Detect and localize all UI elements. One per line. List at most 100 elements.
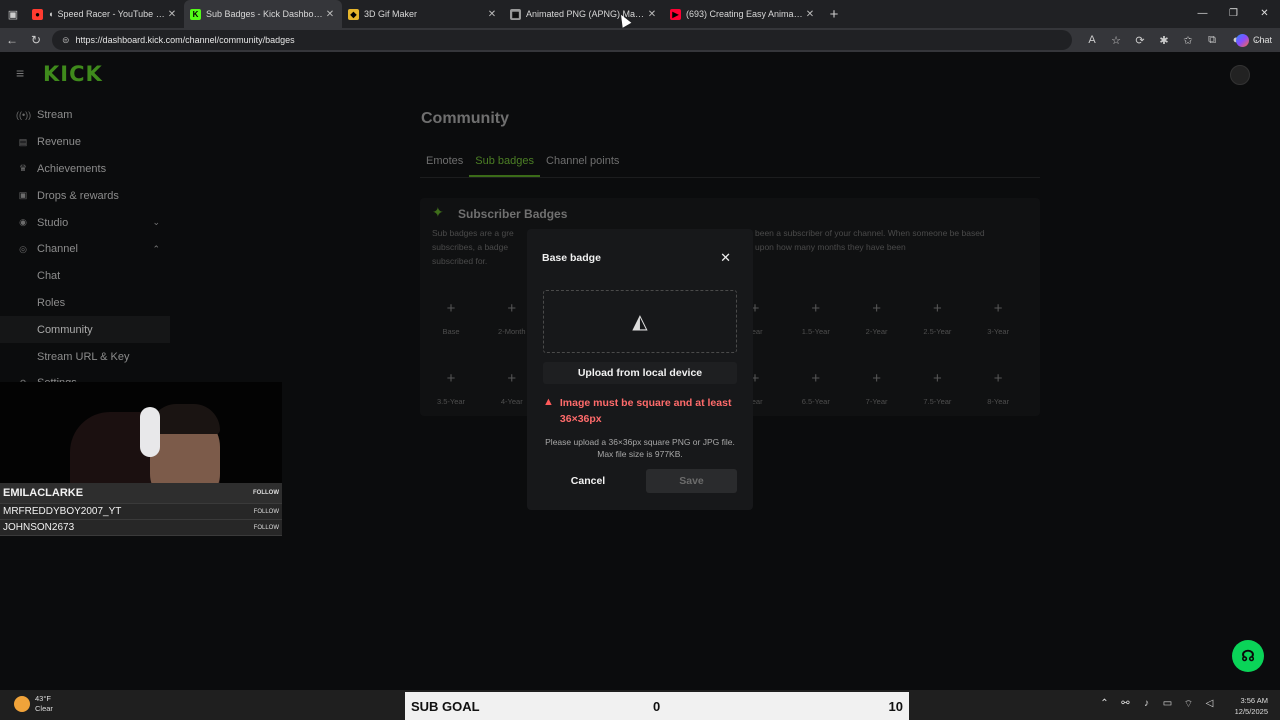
sidebar-item-roles[interactable]: Roles (0, 290, 170, 317)
plus-icon: + (446, 370, 456, 387)
badge-slot[interactable]: +3.5-Year (425, 370, 477, 406)
badge-slot[interactable]: +3-Year (972, 300, 1024, 336)
screen: ▣ ● ◖ Speed Racer - YouTube Music ✕ K Su… (0, 0, 1280, 720)
close-tab-icon[interactable]: ✕ (646, 9, 658, 20)
sidebar-item-stream[interactable]: ((•)) Stream (0, 102, 170, 129)
tab-label: 3D Gif Maker (364, 9, 418, 19)
refresh-extension-icon[interactable]: ⟳ (1128, 34, 1152, 47)
new-tab-icon[interactable]: + (822, 6, 846, 23)
tab-emotes[interactable]: Emotes (420, 152, 469, 177)
card-description: Sub badges are a gre subscribes, a badge… (432, 228, 514, 266)
collections-icon[interactable]: ⧉ (1200, 34, 1224, 47)
error-text: Image must be square and at least 36×36p… (559, 397, 732, 425)
chevron-down-icon: ⌄ (152, 217, 160, 228)
display-icon[interactable]: ▭ (1157, 698, 1178, 711)
support-chat-icon[interactable]: ☊ (1232, 640, 1264, 672)
tab-sub-badges[interactable]: Sub badges (469, 152, 541, 177)
kick-logo[interactable]: KICK (43, 62, 103, 86)
tab-0[interactable]: ● ◖ Speed Racer - YouTube Music ✕ (26, 0, 184, 28)
youtube-icon: ▶ (670, 8, 681, 20)
wifi-icon[interactable]: ⌔ (1178, 698, 1199, 711)
close-tab-icon[interactable]: ✕ (324, 9, 336, 20)
follower-row: JOHNSON2673 FOLLOW (0, 520, 282, 536)
badge-slot[interactable]: +7-Year (851, 370, 903, 406)
tab-3[interactable]: ▦ Animated PNG (APNG) Maker ✕ (504, 0, 664, 28)
close-icon[interactable]: ✕ (720, 250, 731, 266)
follow-tag: FOLLOW (253, 490, 279, 496)
sidebar-item-chat[interactable]: Chat (0, 263, 170, 290)
copilot-icon (1235, 33, 1249, 47)
close-tab-icon[interactable]: ✕ (804, 9, 816, 20)
favorites-icon[interactable]: ✩ (1176, 34, 1200, 47)
chevron-up-icon[interactable]: ⌃ (1094, 698, 1115, 711)
plus-icon: + (933, 370, 942, 387)
sidebar-item-community[interactable]: Community (0, 316, 170, 344)
weather-icon (14, 696, 30, 712)
tab-2[interactable]: ◆ 3D Gif Maker ✕ (342, 0, 504, 28)
badge-slot[interactable]: +7.5-Year (911, 370, 963, 406)
weather-widget[interactable]: 43°F Clear (14, 694, 53, 714)
studio-icon: ◉ (19, 217, 27, 228)
close-tab-icon[interactable]: ✕ (166, 9, 178, 20)
follower-name: JOHNSON2673 (3, 522, 75, 533)
image-dropzone[interactable]: ◭ (543, 290, 737, 353)
condition: Clear (35, 704, 53, 713)
upload-image-icon: ◭ (632, 311, 648, 333)
sidebar-item-studio[interactable]: ◉ Studio ⌄ (0, 209, 170, 236)
dialog-title: Base badge (542, 252, 601, 264)
volume-icon[interactable]: ◁ (1199, 698, 1220, 711)
badge-slot[interactable]: +8-Year (972, 370, 1024, 406)
plus-icon: + (872, 300, 881, 317)
clock[interactable]: 3:56 AM 12/5/2025 (1235, 695, 1268, 717)
menu-icon[interactable]: ≡ (16, 65, 24, 81)
weather-text: 43°F Clear (35, 694, 53, 714)
sidebar-item-label: Achievements (37, 162, 107, 175)
badge-slot-label: 6.5-Year (801, 397, 830, 406)
tab-4[interactable]: ▶ (693) Creating Easy Animated Sub ✕ (664, 0, 822, 28)
tab-1[interactable]: K Sub Badges - Kick Dashboard ✕ (184, 0, 342, 28)
close-tab-icon[interactable]: ✕ (486, 9, 498, 20)
maximize-icon[interactable]: ❐ (1218, 0, 1249, 28)
upload-button[interactable]: Upload from local device (543, 362, 737, 384)
plus-icon: + (993, 300, 1003, 317)
extensions-icon[interactable]: ✱ (1152, 34, 1176, 47)
follower-row: MRFREDDYBOY2007_YT FOLLOW (0, 504, 282, 520)
tab-channel-points[interactable]: Channel points (540, 152, 625, 177)
badge-slot[interactable]: +2-Year (851, 300, 903, 336)
revenue-icon: ▤ (18, 136, 28, 147)
sidebar-item-label: Chat (37, 270, 61, 283)
url-field[interactable]: ⊜ https://dashboard.kick.com/channel/com… (52, 30, 1072, 50)
reload-icon[interactable]: ↻ (24, 33, 48, 47)
badge-slot[interactable]: +1.5-Year (790, 300, 842, 336)
follower-row: EMILACLARKE FOLLOW (0, 483, 282, 504)
network-icon[interactable]: ⚯ (1115, 698, 1136, 711)
badge-slot[interactable]: + Base (425, 300, 477, 336)
close-window-icon[interactable]: ✕ (1249, 0, 1280, 28)
sidebar-item-revenue[interactable]: ▤ Revenue (0, 129, 170, 156)
base-badge-dialog: Base badge ✕ ◭ Upload from local device … (527, 229, 753, 510)
favorite-star-icon[interactable]: ☆ (1104, 34, 1128, 47)
tab-actions-icon[interactable]: ▣ (0, 0, 26, 28)
sidebar-item-achievements[interactable]: ♛ Achievements (0, 156, 170, 183)
sidebar-item-channel[interactable]: ◎ Channel ⌃ (0, 236, 170, 263)
read-aloud-icon[interactable]: A (1080, 34, 1104, 47)
badge-slot[interactable]: +6.5-Year (790, 370, 842, 406)
copilot-chat-button[interactable]: Chat (1235, 30, 1272, 50)
tab-label: Speed Racer - YouTube Music (57, 9, 166, 19)
save-button[interactable]: Save (646, 469, 737, 493)
sidebar-item-stream-url-key[interactable]: Stream URL & Key (0, 343, 170, 370)
minimize-icon[interactable]: — (1187, 0, 1218, 28)
avatar[interactable] (1230, 65, 1250, 85)
mic-icon[interactable]: ♪ (1136, 698, 1157, 711)
badge-slot-label: 8-Year (987, 397, 1010, 406)
site-info-icon[interactable]: ⊜ (62, 35, 70, 46)
system-tray: ⌃ ⚯ ♪ ▭ ⌔ ◁ (1094, 698, 1220, 711)
youtube-music-icon: ● (32, 8, 43, 20)
back-icon[interactable]: ← (0, 33, 24, 47)
badge-slot[interactable]: +2.5-Year (911, 300, 963, 336)
sub-goal-bar: SUB GOAL 0 10 (405, 692, 909, 720)
sidebar-item-drops-rewards[interactable]: ▣ Drops & rewards (0, 182, 170, 209)
cancel-button[interactable]: Cancel (543, 469, 633, 493)
page-title: Community (421, 110, 509, 127)
sub-goal-target: 10 (888, 699, 903, 714)
